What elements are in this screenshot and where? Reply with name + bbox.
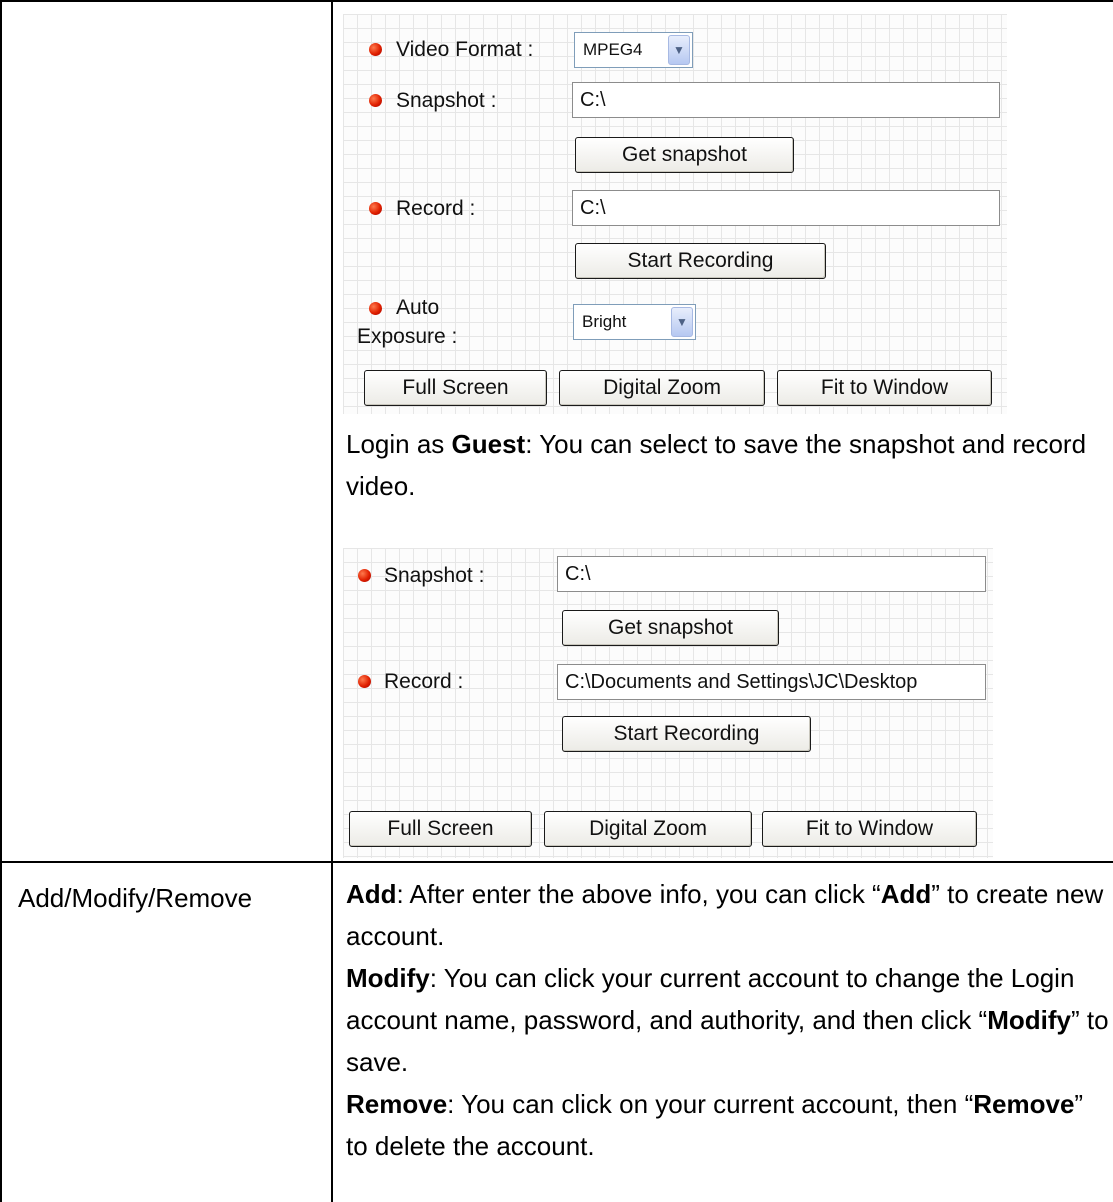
bullet-icon <box>369 302 382 315</box>
modify-text: : You can click your current account to … <box>346 963 1075 1035</box>
bullet-icon <box>369 43 382 56</box>
remove-text: : You can click on your current account,… <box>447 1089 974 1119</box>
table-column-divider <box>331 0 333 1202</box>
bullet-icon <box>358 569 371 582</box>
full-screen-button[interactable]: Full Screen <box>349 811 532 847</box>
get-snapshot-button[interactable]: Get snapshot <box>575 137 794 173</box>
guest-login-paragraph: Login as Guest: You can select to save t… <box>346 423 1111 507</box>
video-format-select[interactable]: MPEG4 ▼ <box>574 32 693 68</box>
start-recording-button[interactable]: Start Recording <box>575 243 826 279</box>
table-border-top <box>0 0 1113 2</box>
bullet-icon <box>369 94 382 107</box>
remove-quoted: Remove <box>973 1089 1075 1119</box>
modify-quoted: Modify <box>987 1005 1071 1035</box>
add-quoted: Add <box>880 879 932 909</box>
guest-text-prefix: Login as <box>346 429 452 459</box>
digital-zoom-button[interactable]: Digital Zoom <box>559 370 765 406</box>
record-path-input[interactable]: C:\Documents and Settings\JC\Desktop <box>557 664 986 700</box>
full-screen-button[interactable]: Full Screen <box>364 370 547 406</box>
auto-exposure-label-line2: Exposure : <box>357 325 458 348</box>
add-description: Add: After enter the above info, you can… <box>346 873 1111 957</box>
fit-to-window-button[interactable]: Fit to Window <box>762 811 977 847</box>
table-border-left <box>0 0 2 1202</box>
bullet-icon <box>358 675 371 688</box>
auto-exposure-value: Bright <box>582 312 627 331</box>
guest-term: Guest <box>451 429 526 459</box>
get-snapshot-button[interactable]: Get snapshot <box>562 610 779 646</box>
fit-to-window-button[interactable]: Fit to Window <box>777 370 992 406</box>
add-modify-remove-description: Add: After enter the above info, you can… <box>346 873 1111 1167</box>
chevron-down-icon[interactable]: ▼ <box>668 35 690 65</box>
row-label-add-modify-remove: Add/Modify/Remove <box>18 883 253 913</box>
remove-description: Remove: You can click on your current ac… <box>346 1083 1111 1167</box>
auto-exposure-select[interactable]: Bright ▼ <box>573 304 696 340</box>
guest-settings-panel: Snapshot : C:\ Get snapshot Record : C:\… <box>343 548 993 858</box>
snapshot-path-input[interactable]: C:\ <box>557 556 986 592</box>
table-row-divider <box>0 861 1113 863</box>
record-label: Record : <box>384 670 464 693</box>
video-format-value: MPEG4 <box>583 40 643 59</box>
record-label: Record : <box>396 197 476 220</box>
modify-description: Modify: You can click your current accou… <box>346 957 1111 1083</box>
record-path-input[interactable]: C:\ <box>572 190 1000 226</box>
video-format-label: Video Format : <box>396 38 534 61</box>
auto-exposure-label-line1: Auto <box>396 296 440 319</box>
add-term: Add <box>346 879 397 909</box>
digital-zoom-button[interactable]: Digital Zoom <box>544 811 752 847</box>
snapshot-label: Snapshot : <box>396 89 497 112</box>
admin-settings-panel: Video Format : MPEG4 ▼ Snapshot : C:\ Ge… <box>343 14 1007 414</box>
add-text: : After enter the above info, you can cl… <box>396 879 881 909</box>
remove-term: Remove <box>346 1089 448 1119</box>
snapshot-label: Snapshot : <box>384 564 485 587</box>
manual-table: Add/Modify/Remove Video Format : MPEG4 ▼… <box>0 0 1113 1202</box>
start-recording-button[interactable]: Start Recording <box>562 716 811 752</box>
snapshot-path-input[interactable]: C:\ <box>572 82 1000 118</box>
modify-term: Modify <box>346 963 430 993</box>
chevron-down-icon[interactable]: ▼ <box>671 307 693 337</box>
bullet-icon <box>369 202 382 215</box>
